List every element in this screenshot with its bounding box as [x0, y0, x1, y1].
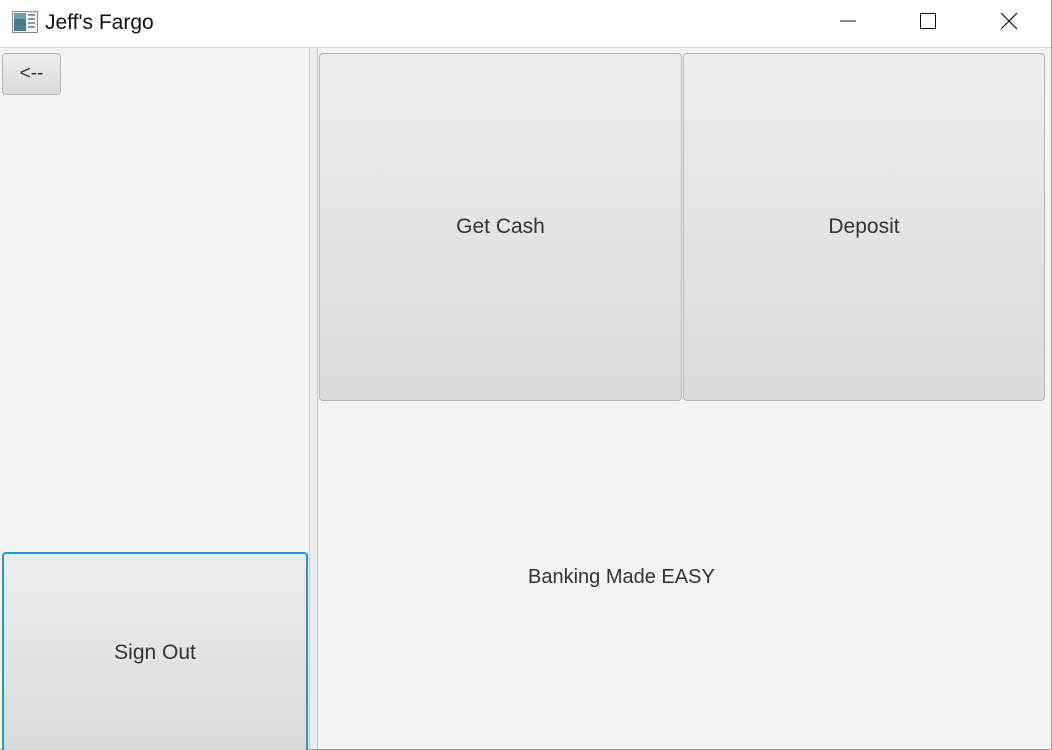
sidebar-pane: <-- Sign Out	[0, 48, 310, 750]
back-button[interactable]: <--	[2, 53, 61, 95]
main-pane: Get Cash Deposit Banking Made EASY	[318, 48, 1051, 749]
maximize-icon	[920, 13, 936, 34]
minimize-button[interactable]	[808, 0, 888, 47]
close-icon	[1000, 12, 1018, 35]
tagline-label: Banking Made EASY	[528, 566, 715, 588]
sign-out-button[interactable]: Sign Out	[2, 552, 308, 750]
get-cash-button[interactable]: Get Cash	[319, 53, 682, 401]
app-window: Jeff's Fargo <-- Sign Out Get Cash Depos…	[0, 0, 1052, 750]
title-bar[interactable]: Jeff's Fargo	[0, 0, 1051, 48]
app-icon	[12, 11, 38, 33]
split-pane-divider[interactable]	[310, 48, 318, 749]
maximize-button[interactable]	[888, 0, 968, 47]
minimize-icon	[840, 13, 856, 34]
window-title: Jeff's Fargo	[45, 11, 154, 34]
deposit-button[interactable]: Deposit	[683, 53, 1045, 401]
close-button[interactable]	[969, 0, 1049, 47]
